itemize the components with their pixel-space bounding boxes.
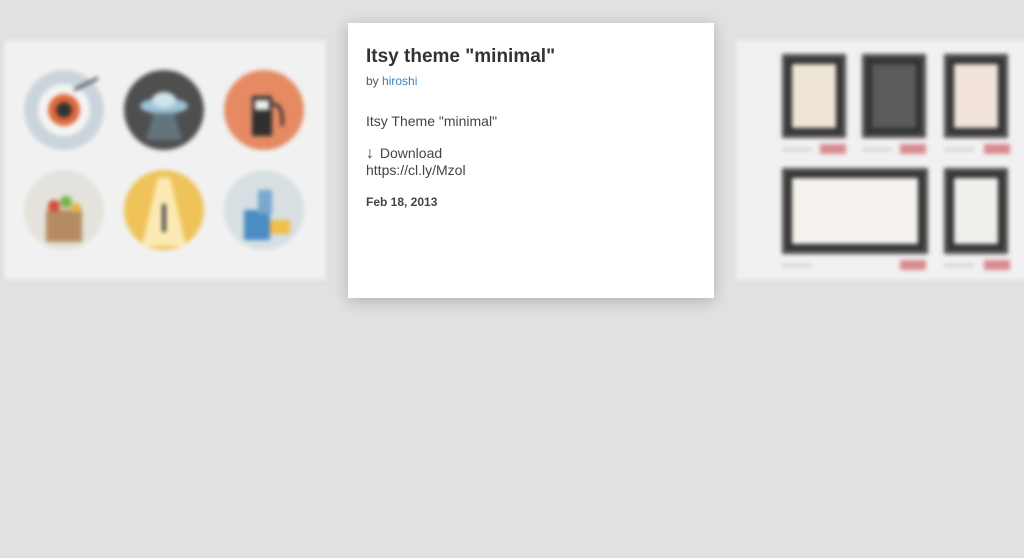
framed-art-2 [862,54,926,138]
framed-art-4 [782,168,928,254]
author-link[interactable]: hiroshi [382,74,417,88]
caption-line [944,264,974,267]
caption-line [944,148,974,151]
gas-pump-icon [224,70,304,150]
grocery-bag-icon [24,170,104,250]
byline-prefix: by [366,74,379,88]
post-title: Itsy theme "minimal" [366,46,556,67]
byline: by hiroshi [366,74,696,89]
post-card: Itsy theme "minimal" by hiroshi Itsy The… [348,23,714,298]
download-arrow-icon: ↓ [366,145,374,162]
framed-art-3 [944,54,1008,138]
price-tag [820,144,846,154]
caption-line [862,148,892,151]
page: Itsy theme "minimal" by hiroshi Itsy The… [0,0,1024,558]
sushi-plate-icon [24,70,104,150]
download-link[interactable]: ↓ Download [366,145,696,162]
price-tag [900,144,926,154]
download-section: ↓ Download https://cl.ly/Mzol [366,145,696,179]
background-card-icons[interactable] [4,40,326,280]
price-tag [984,260,1010,270]
post-body: Itsy Theme "minimal" [366,113,498,129]
caption-line [782,148,812,151]
post-date: Feb 18, 2013 [366,195,438,209]
framed-art-1 [782,54,846,138]
price-tag [900,260,926,270]
background-card-frames[interactable] [736,40,1024,280]
framed-art-5 [944,168,1008,254]
price-tag [984,144,1010,154]
download-label: Download [379,145,443,161]
download-url[interactable]: https://cl.ly/Mzol [366,162,696,179]
building-blocks-icon [224,170,304,250]
spotlight-icon [124,170,204,250]
caption-line [782,264,812,267]
ufo-icon [124,70,204,150]
